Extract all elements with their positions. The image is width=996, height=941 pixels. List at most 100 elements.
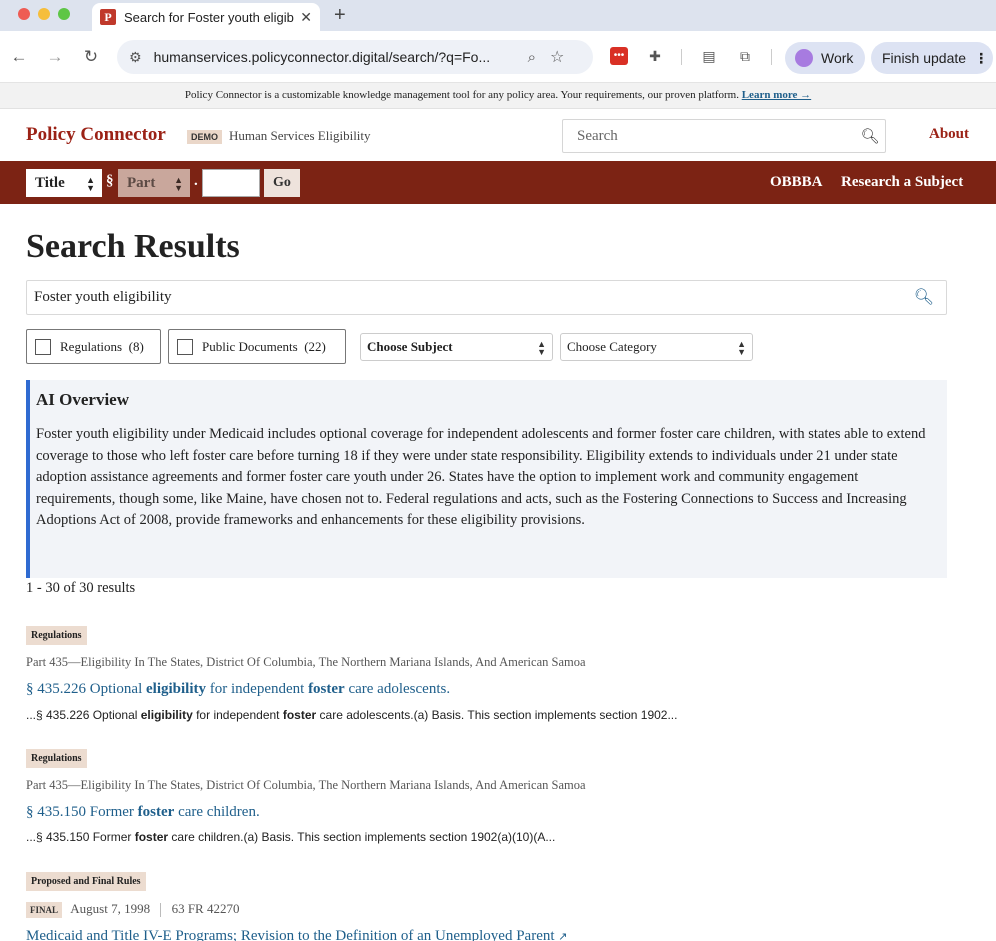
section-input[interactable]	[202, 169, 260, 197]
result-date: August 7, 1998	[70, 901, 151, 916]
result-title-text: § 435.150 Former	[26, 804, 138, 820]
results-search-value: Foster youth eligibility	[34, 289, 172, 305]
site-header: Policy Connector DEMO Human Services Eli…	[0, 109, 996, 161]
go-button[interactable]: Go	[264, 169, 300, 197]
brand-logo[interactable]: Policy Connector	[26, 124, 166, 146]
result-snippet: ...§ 435.150 Former foster care children…	[26, 830, 966, 844]
public-documents-filter-checkbox[interactable]: Public Documents (22)	[168, 329, 346, 364]
result-title-link[interactable]: § 435.150 Former foster care children.	[26, 804, 966, 821]
extensions-puzzle-icon[interactable]: ✚	[646, 47, 664, 65]
part-select[interactable]: Part ▲ ▼	[118, 169, 190, 197]
part-select-value: Part	[127, 175, 156, 191]
password-extension-icon[interactable]: •••	[610, 47, 628, 65]
learn-more-link[interactable]: Learn more →	[742, 89, 811, 101]
browser-tab-active[interactable]: P Search for Foster youth eligib ✕	[92, 3, 320, 31]
result-title-text: Medicaid and Title IV-E Programs; Revisi…	[26, 928, 555, 941]
final-status-badge: FINAL	[26, 902, 63, 918]
tab-title: Search for Foster youth eligib	[124, 9, 294, 25]
external-link-icon: ↗	[558, 931, 568, 941]
search-icon[interactable]: 🔍︎	[914, 281, 934, 314]
result-title-text: § 435.226 Optional	[26, 681, 146, 697]
result-part-label[interactable]: Part 435—Eligibility In The States, Dist…	[26, 655, 966, 670]
search-tabs-icon[interactable]: ⧉	[736, 47, 754, 65]
public-documents-filter-label: Public Documents	[202, 338, 298, 354]
select-arrows-icon: ▲ ▼	[737, 339, 746, 357]
result-meta: FINAL August 7, 1998 63 FR 42270	[26, 901, 966, 918]
result-title-text: for independent	[206, 681, 309, 697]
search-result: Regulations Part 435—Eligibility In The …	[26, 748, 966, 844]
result-type-badge: Proposed and Final Rules	[26, 872, 146, 891]
browser-tab-bar: P Search for Foster youth eligib ✕ +	[0, 0, 996, 31]
results-count: 1 - 30 of 30 results	[26, 580, 136, 596]
subject-select-value: Choose Subject	[367, 339, 453, 354]
select-arrows-icon: ▲ ▼	[174, 175, 183, 193]
ai-overview-text: Foster youth eligibility under Medicaid …	[36, 426, 926, 529]
snippet-highlight: foster	[282, 708, 317, 722]
bookmark-star-icon[interactable]: ☆	[550, 47, 564, 67]
public-documents-filter-count: (22)	[304, 338, 326, 354]
address-url[interactable]: humanservices.policyconnector.digital/se…	[154, 49, 514, 65]
regulations-filter-label: Regulations	[60, 338, 123, 354]
zoom-icon[interactable]: ⌕	[528, 49, 536, 66]
snippet-text: care adolescents.(a) Basis. This section…	[316, 708, 678, 722]
section-dot: .	[194, 173, 198, 189]
select-arrows-icon: ▲ ▼	[537, 339, 546, 357]
tab-close-icon[interactable]: ✕	[300, 9, 312, 26]
regulations-filter-checkbox[interactable]: Regulations (8)	[26, 329, 161, 364]
toolbar-divider	[771, 49, 772, 65]
brand-subtitle: Human Services Eligibility	[229, 128, 371, 143]
result-title-highlight: foster	[137, 804, 175, 820]
forward-arrow-icon[interactable]: →	[45, 47, 65, 67]
close-window-button[interactable]	[18, 8, 30, 20]
snippet-highlight: eligibility	[140, 708, 193, 722]
minimize-window-button[interactable]	[38, 8, 50, 20]
result-type-badge: Regulations	[26, 626, 87, 645]
search-result: Proposed and Final Rules FINAL August 7,…	[26, 871, 966, 941]
subject-select[interactable]: Choose Subject ▲ ▼	[360, 333, 553, 361]
nav-link-obbba[interactable]: OBBBA	[770, 174, 823, 191]
header-search-input[interactable]: Search 🔍︎	[562, 119, 886, 153]
reading-list-icon[interactable]: ▤	[700, 47, 718, 65]
checkbox-icon[interactable]	[35, 338, 51, 355]
back-arrow-icon[interactable]: ←	[9, 47, 29, 67]
more-menu-icon[interactable]: ⋮	[974, 50, 988, 67]
reload-icon[interactable]: ↻	[81, 47, 101, 67]
result-snippet: ...§ 435.226 Optional eligibility for in…	[26, 708, 966, 722]
profile-chip[interactable]: Work	[785, 42, 865, 74]
search-icon[interactable]: 🔍︎	[855, 127, 885, 145]
new-tab-icon[interactable]: +	[334, 4, 346, 27]
snippet-text: ...§ 435.226 Optional	[26, 708, 141, 722]
header-search-placeholder: Search	[577, 127, 618, 144]
profile-label: Work	[821, 50, 854, 66]
result-title-text: care adolescents.	[344, 681, 451, 697]
about-link[interactable]: About	[929, 126, 969, 143]
title-select[interactable]: Title ▲ ▼	[26, 169, 102, 197]
regulations-filter-count: (8)	[128, 338, 144, 354]
finish-update-button[interactable]: Finish update ⋮	[871, 42, 993, 74]
checkbox-icon[interactable]	[177, 338, 193, 355]
window-controls	[18, 8, 70, 20]
main-navbar: Title ▲ ▼ § Part ▲ ▼ . Go OBBBA Research a…	[0, 161, 996, 204]
result-part-label[interactable]: Part 435—Eligibility In The States, Dist…	[26, 778, 966, 793]
result-type-badge: Regulations	[26, 749, 87, 768]
nav-link-research-subject[interactable]: Research a Subject	[841, 174, 963, 191]
result-title-link[interactable]: Medicaid and Title IV-E Programs; Revisi…	[26, 928, 966, 941]
page-title: Search Results	[26, 228, 240, 265]
result-title-highlight: foster	[308, 681, 345, 697]
profile-avatar-icon	[795, 49, 813, 67]
promo-text: Policy Connector is a customizable knowl…	[184, 89, 739, 101]
promo-banner: Policy Connector is a customizable knowl…	[0, 83, 996, 109]
ai-overview-title: AI Overview	[36, 390, 130, 409]
section-symbol: §	[106, 173, 114, 189]
search-result: Regulations Part 435—Eligibility In The …	[26, 625, 966, 722]
demo-badge: DEMO	[187, 130, 222, 144]
maximize-window-button[interactable]	[58, 8, 70, 20]
policy-connector-favicon-icon: P	[100, 9, 116, 25]
finish-update-label: Finish update	[882, 50, 967, 66]
result-citation: 63 FR 42270	[171, 901, 240, 916]
site-settings-icon[interactable]: ⚙	[129, 49, 142, 66]
address-bar[interactable]: ⚙ humanservices.policyconnector.digital/…	[117, 40, 593, 74]
results-search-input[interactable]: Foster youth eligibility 🔍︎	[26, 280, 947, 315]
category-select[interactable]: Choose Category ▲ ▼	[560, 333, 753, 361]
result-title-link[interactable]: § 435.226 Optional eligibility for indep…	[26, 681, 966, 698]
